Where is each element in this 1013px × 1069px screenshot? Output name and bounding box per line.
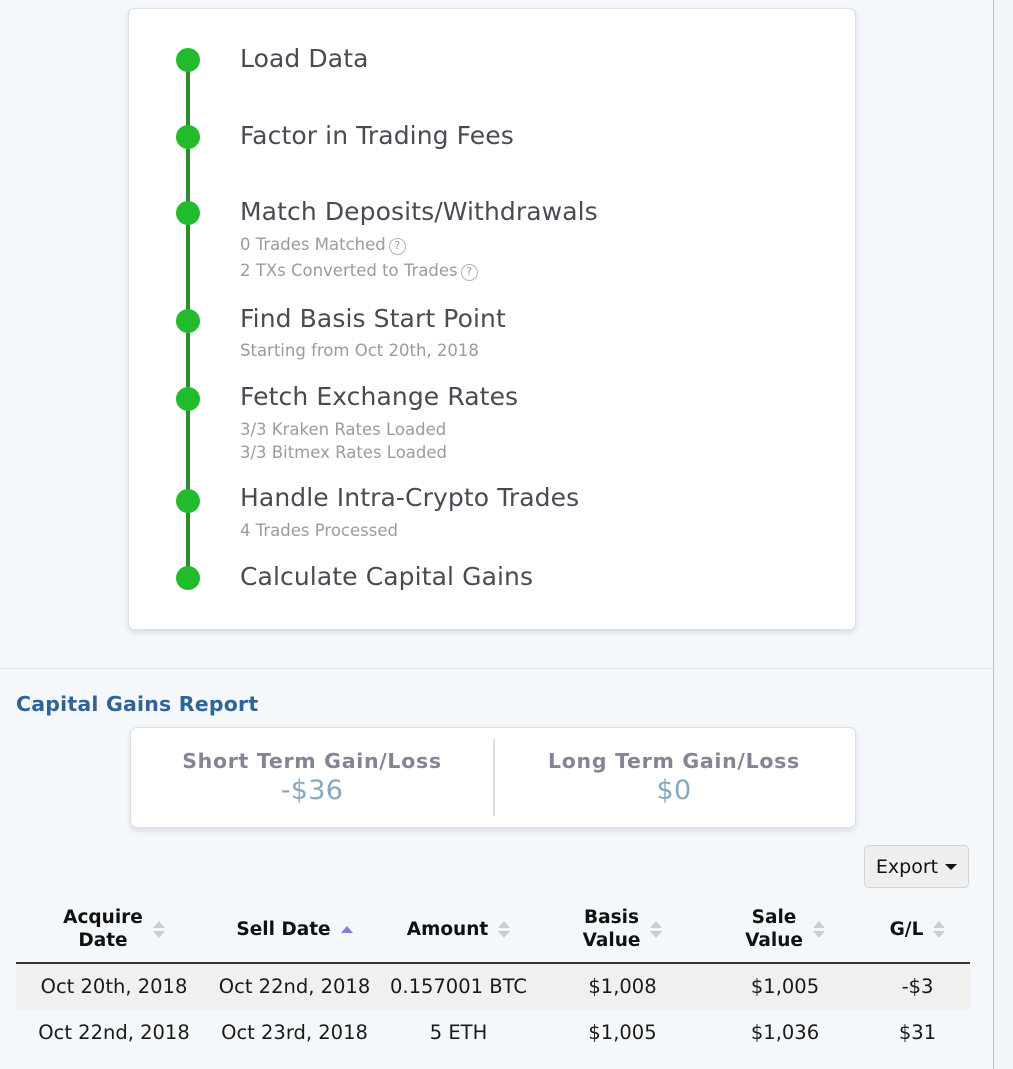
cell-sale-value: $1,036 <box>750 1021 820 1044</box>
export-button[interactable]: Export <box>864 845 969 888</box>
column-header-label: Acquire Date <box>63 907 143 951</box>
column-header-basis-value[interactable]: Basis Value <box>540 900 705 964</box>
cell-gain-loss: -$3 <box>865 963 970 1010</box>
column-header-amount[interactable]: Amount <box>377 900 540 964</box>
sort-ascending-icon[interactable] <box>340 925 353 933</box>
column-header-sell-date[interactable]: Sell Date <box>212 900 377 964</box>
timeline-dot-icon <box>176 48 200 72</box>
help-icon[interactable]: ? <box>460 264 478 281</box>
timeline-step-title: Factor in Trading Fees <box>240 121 514 150</box>
timeline-detail-text: 2 TXs Converted to Trades <box>240 261 458 280</box>
table-header-row: Acquire Date Sell Date Amount Basis Value <box>16 900 970 964</box>
table-row[interactable]: Oct 22nd, 2018 Oct 23rd, 2018 5 ETH $1,0… <box>16 1010 970 1056</box>
cell-acquire-date: Oct 22nd, 2018 <box>38 1021 190 1044</box>
timeline-dot-icon <box>176 387 200 411</box>
long-term-gain-loss-value: $0 <box>656 775 692 806</box>
progress-card: Load Data Factor in Trading Fees Match D… <box>128 8 856 630</box>
long-term-gain-loss-cell: Long Term Gain/Loss $0 <box>493 728 855 827</box>
timeline-step-title: Fetch Exchange Rates <box>240 382 519 411</box>
sort-toggle-icon[interactable] <box>152 920 165 938</box>
table-row[interactable]: Oct 20th, 2018 Oct 22nd, 2018 0.157001 B… <box>16 963 970 1010</box>
progress-timeline: Load Data Factor in Trading Fees Match D… <box>129 9 855 629</box>
column-header-label: Sell Date <box>236 918 331 940</box>
timeline-step-title: Match Deposits/Withdrawals <box>240 197 598 226</box>
timeline-dot-icon <box>176 566 200 590</box>
export-button-label: Export <box>875 855 939 878</box>
timeline-step-detail: 3/3 Kraken Rates Loaded <box>240 420 447 439</box>
timeline-detail-text: 0 Trades Matched <box>240 235 386 254</box>
sort-toggle-icon[interactable] <box>650 920 663 938</box>
column-header-label: Basis Value <box>582 907 641 951</box>
timeline-step-detail: 0 Trades Matched? <box>240 233 406 256</box>
timeline-dot-icon <box>176 125 200 149</box>
timeline-step-title: Find Basis Start Point <box>240 304 506 333</box>
capital-gains-table: Acquire Date Sell Date Amount Basis Value <box>16 900 970 1056</box>
section-divider <box>0 668 993 669</box>
short-term-gain-loss-cell: Short Term Gain/Loss -$36 <box>131 728 493 827</box>
page-right-gutter <box>994 0 1013 1069</box>
cell-basis-value: $1,005 <box>588 1021 657 1044</box>
chevron-down-icon <box>945 863 958 870</box>
timeline-step-detail: 3/3 Bitmex Rates Loaded <box>240 443 447 462</box>
column-header-label: Sale Value <box>745 907 803 951</box>
timeline-step-detail: 2 TXs Converted to Trades? <box>240 259 478 282</box>
sort-toggle-icon[interactable] <box>933 920 946 938</box>
column-header-acquire-date[interactable]: Acquire Date <box>16 900 212 964</box>
page-right-rule <box>993 0 994 1069</box>
short-term-gain-loss-label: Short Term Gain/Loss <box>182 749 442 773</box>
page-title: Capital Gains Report <box>16 692 259 716</box>
column-header-sale-value[interactable]: Sale Value <box>705 900 865 964</box>
cell-sell-date: Oct 23rd, 2018 <box>221 1021 368 1044</box>
timeline-step-detail: Starting from Oct 20th, 2018 <box>240 341 479 360</box>
sort-toggle-icon[interactable] <box>498 920 511 938</box>
cell-gain-loss: $31 <box>898 1021 937 1044</box>
cell-acquire-date: Oct 20th, 2018 <box>16 963 212 1010</box>
short-term-gain-loss-value: -$36 <box>280 775 344 806</box>
cell-amount: 5 ETH <box>429 1021 488 1044</box>
gains-summary-card: Short Term Gain/Loss -$36 Long Term Gain… <box>130 727 856 828</box>
timeline-step-title: Handle Intra-Crypto Trades <box>240 483 580 512</box>
cell-sell-date: Oct 22nd, 2018 <box>212 963 377 1010</box>
column-header-gain-loss[interactable]: G/L <box>865 900 970 964</box>
long-term-gain-loss-label: Long Term Gain/Loss <box>548 749 800 773</box>
timeline-dot-icon <box>176 489 200 513</box>
sort-toggle-icon[interactable] <box>812 920 825 938</box>
timeline-dot-icon <box>176 309 200 333</box>
timeline-step-detail: 4 Trades Processed <box>240 521 398 540</box>
help-icon[interactable]: ? <box>388 238 406 255</box>
cell-amount: 0.157001 BTC <box>377 963 540 1010</box>
column-header-label: G/L <box>889 918 924 940</box>
column-header-label: Amount <box>406 918 489 940</box>
timeline-step-title: Calculate Capital Gains <box>240 562 534 591</box>
cell-basis-value: $1,008 <box>540 963 705 1010</box>
timeline-dot-icon <box>176 201 200 225</box>
cell-sale-value: $1,005 <box>705 963 865 1010</box>
timeline-step-title: Load Data <box>240 44 369 73</box>
